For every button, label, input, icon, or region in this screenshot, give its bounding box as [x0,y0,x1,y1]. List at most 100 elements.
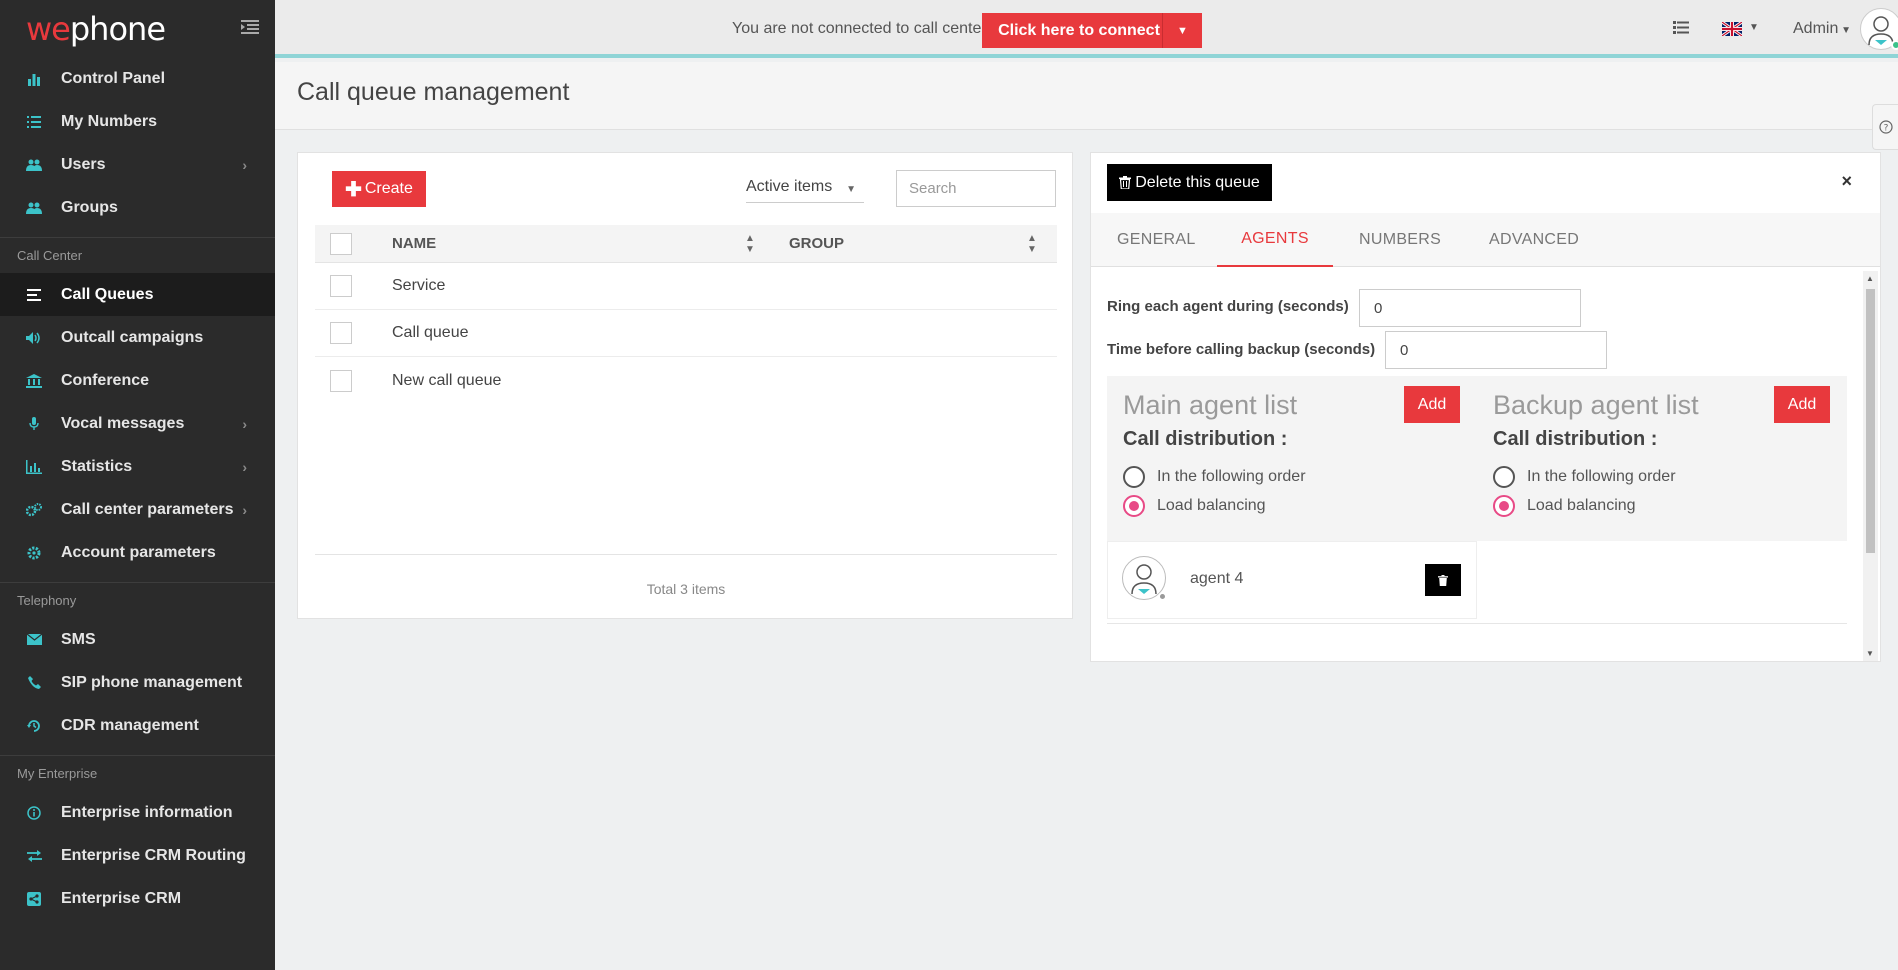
table-row[interactable]: Service [315,263,1057,310]
scroll-up-icon[interactable]: ▲ [1866,274,1874,283]
sidebar-item-label: Call center parameters [61,500,234,518]
status-filter-value: Active items [746,178,833,195]
sidebar-item-label: Account parameters [61,543,216,561]
sort-icon[interactable]: ▲ ▼ [745,233,755,255]
volume-icon [25,329,43,347]
sidebar-item-outcall-campaigns[interactable]: Outcall campaigns [0,316,275,359]
delete-queue-button[interactable]: Delete this queue [1107,164,1272,201]
sidebar-item-control-panel[interactable]: Control Panel [0,57,275,100]
tab-general[interactable]: GENERAL [1117,213,1196,267]
list-view-icon[interactable] [1673,21,1689,34]
scroll-thumb[interactable] [1866,289,1875,553]
sidebar-item-label: Control Panel [61,69,166,87]
sidebar-item-statistics[interactable]: Statistics › [0,445,275,488]
section-label-my-enterprise: My Enterprise [0,755,275,791]
section-label-telephony: Telephony [0,582,275,618]
ring-duration-input[interactable]: 0 [1359,289,1581,327]
backup-load-balancing-label[interactable]: Load balancing [1527,497,1636,515]
backup-order-radio[interactable] [1493,466,1515,488]
envelope-icon [25,631,43,649]
sidebar-item-my-numbers[interactable]: My Numbers [0,100,275,143]
agent-lists: Main agent list Add Call distribution : … [1107,376,1847,541]
bar-chart-icon [25,70,43,88]
agent-name: agent 4 [1190,570,1244,587]
row-checkbox[interactable] [330,369,352,392]
select-all-checkbox[interactable] [330,232,352,255]
section-label-call-center: Call Center [0,237,275,273]
main-load-balancing-label[interactable]: Load balancing [1157,497,1266,515]
row-checkbox[interactable] [330,275,352,297]
sidebar-item-call-queues[interactable]: Call Queues [0,273,275,316]
remove-agent-button[interactable] [1425,564,1461,596]
trash-icon [1438,574,1448,586]
info-icon [25,804,43,822]
queue-name-cell[interactable]: New call queue [392,372,501,390]
user-menu[interactable]: Admin ▼ [1793,20,1851,38]
add-main-agent-button[interactable]: Add [1404,386,1460,423]
backup-agent-list-title: Backup agent list [1493,390,1699,420]
table-row[interactable]: Call queue [315,310,1057,357]
status-filter-select[interactable]: Active items ▼ [746,178,864,203]
close-icon[interactable]: × [1841,171,1852,192]
tab-advanced[interactable]: ADVANCED [1489,213,1579,267]
sidebar-item-groups[interactable]: Groups [0,186,275,229]
language-caret-icon[interactable]: ▼ [1749,22,1759,33]
main-order-label[interactable]: In the following order [1157,468,1306,486]
search-input[interactable] [896,170,1056,207]
sidebar-item-account-parameters[interactable]: Account parameters [0,531,275,574]
sidebar-item-label: Groups [61,198,118,216]
user-menu-label: Admin [1793,20,1839,37]
connect-button[interactable]: Click here to connect ▼ [982,13,1202,48]
sort-icon[interactable]: ▲ ▼ [1027,233,1037,255]
chevron-right-icon: › [242,157,247,173]
backup-load-balancing-radio[interactable] [1493,495,1515,517]
queue-name-cell[interactable]: Service [392,277,445,295]
sidebar-item-label: SMS [61,630,96,648]
create-button[interactable]: ✚ Create [332,171,426,207]
sidebar-item-vocal-messages[interactable]: Vocal messages › [0,402,275,445]
table-header: NAME ▲ ▼ GROUP ▲ ▼ [315,225,1057,263]
sidebar-item-cdr-management[interactable]: CDR management [0,704,275,747]
backup-delay-input[interactable]: 0 [1385,331,1607,369]
add-backup-agent-button[interactable]: Add [1774,386,1830,423]
help-icon[interactable]: ? [1872,104,1898,150]
sidebar-item-enterprise-information[interactable]: Enterprise information [0,791,275,834]
delete-queue-label: Delete this queue [1135,173,1260,191]
agent-status-dot [1158,592,1167,601]
detail-tabs: GENERAL AGENTS NUMBERS ADVANCED [1091,213,1880,267]
ring-duration-label: Ring each agent during (seconds) [1107,298,1349,315]
sidebar-item-enterprise-crm[interactable]: Enterprise CRM [0,877,275,920]
sidebar-item-enterprise-crm-routing[interactable]: Enterprise CRM Routing [0,834,275,877]
sidebar-item-call-center-parameters[interactable]: Call center parameters › [0,488,275,531]
statistics-icon [25,458,43,476]
tab-numbers[interactable]: NUMBERS [1359,213,1441,267]
sidebar-item-sip-phone-management[interactable]: SIP phone management [0,661,275,704]
table-row[interactable]: New call queue [315,357,1057,404]
caret-down-icon: ▼ [1838,25,1852,36]
queue-name-cell[interactable]: Call queue [392,324,469,342]
history-icon [25,717,43,735]
tab-agents[interactable]: AGENTS [1217,213,1333,267]
sidebar-item-conference[interactable]: Conference [0,359,275,402]
main-load-balancing-radio[interactable] [1123,495,1145,517]
sidebar-item-label: Enterprise information [61,803,233,821]
sidebar-item-users[interactable]: Users › [0,143,275,186]
backup-order-label[interactable]: In the following order [1527,468,1676,486]
table-footer-total: Total 3 items [315,554,1057,597]
cogs-icon [25,501,43,519]
wephone-logo[interactable]: wephone [26,9,166,48]
uk-flag-icon[interactable] [1722,22,1742,36]
list-icon [25,113,43,131]
trash-icon [1119,176,1132,189]
create-button-label: Create [364,180,413,197]
column-header-name[interactable]: NAME [392,235,436,252]
caret-down-icon[interactable]: ▼ [1162,13,1202,48]
row-checkbox[interactable] [330,322,352,344]
sidebar-item-sms[interactable]: SMS [0,618,275,661]
detail-scrollbar[interactable]: ▲ ▼ [1863,271,1878,661]
main-order-radio[interactable] [1123,466,1145,488]
sidebar-collapse-icon[interactable] [241,20,259,34]
logo-phone: phone [69,9,166,48]
column-header-group[interactable]: GROUP [789,235,844,252]
scroll-down-icon[interactable]: ▼ [1866,649,1874,658]
